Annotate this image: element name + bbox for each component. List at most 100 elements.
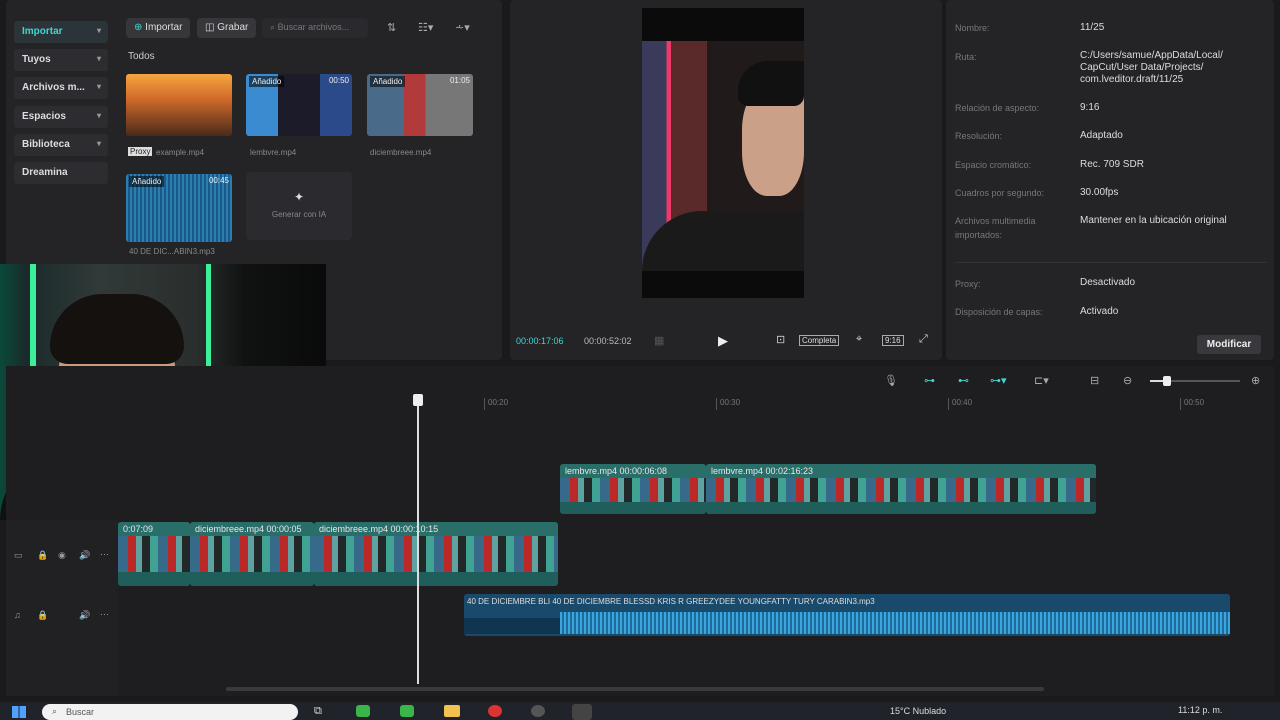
divider (955, 262, 1267, 263)
timeline-clip[interactable]: 0:07:09 (118, 522, 190, 586)
lock-icon[interactable]: 🔒 (37, 610, 48, 621)
ruler-tick: 00:20 (484, 398, 508, 410)
view-grid-icon[interactable]: ☷▾ (418, 21, 433, 34)
linkage-icon[interactable]: ⊶▾ (990, 374, 1007, 387)
app-icon[interactable] (488, 705, 502, 717)
task-view-icon[interactable]: ⧉ (314, 705, 322, 718)
added-tag: Añadido (129, 176, 165, 187)
added-tag: Añadido (370, 76, 406, 87)
volume-icon[interactable]: 🔊 (79, 550, 90, 561)
app-icon[interactable] (356, 705, 370, 717)
sidebar-item-archivos[interactable]: Archivos m... ▾ (14, 77, 108, 99)
ratio-button[interactable]: 9:16 (882, 335, 904, 346)
filter-icon[interactable]: ⩪▾ (455, 21, 470, 34)
play-icon[interactable]: ▶ (718, 333, 728, 349)
zoom-slider-handle[interactable] (1163, 376, 1171, 386)
timeline-clip[interactable]: lembvre.mp4 00:00:06:08 (560, 464, 706, 514)
timecode-toggle-icon[interactable]: ▦ (654, 334, 664, 347)
volume-icon[interactable]: 🔊 (79, 610, 90, 621)
sidebar-item-label: Dreamina (22, 167, 68, 178)
plus-circle-icon: ⊕ (134, 22, 143, 33)
added-tag: Añadido (249, 76, 285, 87)
zoom-slider[interactable] (1150, 376, 1240, 386)
audio-clip-label: 40 DE DICIEMBRE BLI 40 DE DICIEMBRE BLES… (467, 597, 875, 606)
fit-timeline-icon[interactable]: ⊟ (1090, 374, 1099, 387)
prop-label-colorspace: Espacio cromático: (955, 160, 1032, 170)
search-input[interactable]: ⌕ Buscar archivos... (262, 18, 368, 38)
crop-icon[interactable]: ⊡ (776, 333, 785, 346)
eye-icon[interactable]: ◉ (58, 550, 66, 561)
link-main-icon[interactable]: ⊶ (924, 374, 935, 387)
media-item-label: example.mp4 (156, 148, 205, 157)
sidebar-item-biblioteca[interactable]: Biblioteca ▾ (14, 134, 108, 156)
import-label: Importar (145, 22, 183, 33)
zoom-out-icon[interactable]: ⊖ (1123, 374, 1132, 387)
sidebar-item-espacios[interactable]: Espacios ▾ (14, 106, 108, 128)
person-shirt (642, 211, 804, 271)
zoom-in-icon[interactable]: ⊕ (1251, 374, 1260, 387)
timeline-clip[interactable]: lembvre.mp4 00:02:16:23 (706, 464, 1096, 514)
audio-waveform (560, 612, 1230, 634)
total-time: 00:00:52:02 (584, 336, 632, 346)
fit-mode-button[interactable]: Completa (799, 335, 840, 346)
horizontal-scrollbar[interactable] (226, 687, 1044, 691)
search-placeholder: Buscar archivos... (277, 22, 350, 32)
more-icon[interactable]: ⋯ (100, 609, 109, 620)
sidebar-item-label: Archivos m... (22, 82, 85, 93)
app-icon[interactable] (531, 705, 545, 717)
prop-value-aspect: 9:16 (1080, 102, 1100, 113)
sidebar-item-label: Espacios (22, 111, 66, 122)
generate-ai-card[interactable]: ✦ Generar con IA (246, 172, 352, 240)
clip-frames (190, 536, 314, 572)
generate-ai-label: Generar con IA (271, 210, 327, 219)
capcut-icon[interactable] (572, 704, 592, 720)
taskbar-search-input[interactable]: ⌕ Buscar (42, 704, 298, 720)
folder-icon[interactable] (444, 705, 460, 717)
sidebar-item-importar[interactable]: Importar ▾ (14, 21, 108, 43)
playhead-handle[interactable] (413, 394, 423, 406)
windows-start-icon[interactable] (12, 706, 26, 718)
import-button[interactable]: ⊕ Importar (126, 18, 191, 38)
timeline-clip[interactable]: diciembreee.mp4 00:00:10:15 (314, 522, 558, 586)
clip-label: lembvre.mp4 00:02:16:23 (706, 464, 1096, 478)
chevron-down-icon: ▾ (96, 26, 101, 35)
audio-clip[interactable]: 40 DE DICIEMBRE BLI 40 DE DICIEMBRE BLES… (464, 594, 1230, 636)
media-item-lembvre[interactable]: Añadido 00:50 (246, 74, 352, 136)
video-preview[interactable] (642, 8, 804, 298)
person-hair (738, 61, 804, 106)
sparkle-icon: ✦ (294, 190, 305, 204)
clip-label: lembvre.mp4 00:00:06:08 (560, 464, 706, 478)
prop-value-fps: 30.00fps (1080, 187, 1119, 198)
sidebar-item-tuyos[interactable]: Tuyos ▾ (14, 49, 108, 71)
fullscreen-icon[interactable]: ⤢ (919, 333, 928, 346)
clock-time: 11:12 p. m. (1178, 705, 1223, 715)
preview-axis-icon[interactable]: ⊏▾ (1034, 374, 1049, 387)
timeline-clip[interactable]: diciembreee.mp4 00:00:05 (190, 522, 314, 586)
sort-icon[interactable]: ⇅ (387, 21, 396, 34)
preview-frame (642, 41, 804, 271)
media-item-example[interactable] (126, 74, 232, 136)
more-icon[interactable]: ⋯ (100, 549, 109, 560)
lock-icon[interactable]: 🔒 (37, 550, 48, 561)
media-item-diciembreee[interactable]: Añadido 01:05 (367, 74, 473, 136)
screenshot-icon[interactable]: ⌖ (856, 333, 862, 346)
chevron-down-icon: ▾ (96, 82, 101, 91)
sidebar-item-label: Biblioteca (22, 139, 70, 150)
app-icon[interactable] (400, 705, 414, 717)
taskbar-search-placeholder: Buscar (66, 707, 95, 717)
cover-icon[interactable]: ▭ (14, 550, 23, 561)
sidebar-item-dreamina[interactable]: Dreamina (14, 162, 108, 184)
clip-frames (118, 536, 190, 572)
clip-frames (706, 478, 1096, 502)
weather-text: 15°C Nublado (890, 706, 947, 716)
record-button[interactable]: ◫ Grabar (197, 18, 257, 38)
playhead[interactable] (413, 394, 423, 684)
magnet-icon[interactable]: ⊷ (958, 374, 969, 387)
media-item-audio[interactable]: Añadido 00:45 (126, 174, 232, 242)
modify-button[interactable]: Modificar (1197, 335, 1261, 354)
media-item-label: 40 DE DIC...ABIN3.mp3 (129, 247, 215, 256)
person-hair (50, 294, 184, 364)
prop-label-path: Ruta: (955, 52, 977, 62)
taskbar: ⌕ Buscar ⧉ 15°C Nublado 11:12 p. m. (0, 702, 1280, 720)
microphone-icon[interactable]: 🎙 (884, 374, 898, 387)
